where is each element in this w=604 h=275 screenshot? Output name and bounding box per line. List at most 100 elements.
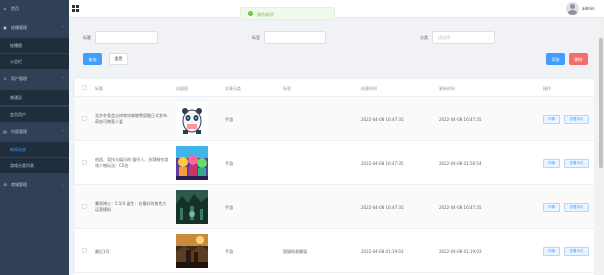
sidebar-item-notice[interactable]: 公告栏 — [0, 54, 69, 69]
sidebar-item-label: 普通员 — [10, 94, 22, 100]
view-comments-button[interactable]: 查看评论 — [564, 115, 589, 124]
reset-button[interactable]: 重置 — [109, 53, 128, 65]
detail-button[interactable]: 详情 — [543, 247, 560, 256]
chevron-down-icon: ⌄ — [486, 35, 490, 40]
sidebar-item-carousel[interactable]: 轮播图 — [0, 38, 69, 53]
select-all-checkbox[interactable] — [82, 85, 87, 90]
sidebar-group-carousel[interactable]: ▣ 轮播管理 ⌃ — [0, 20, 69, 35]
row-checkbox[interactable] — [82, 204, 87, 209]
sidebar-item-label: 会员用户 — [10, 111, 26, 117]
sidebar-item-label: 首页 — [11, 5, 19, 11]
sidebar-item-label: 用户管理 — [11, 75, 27, 81]
category-label: 分类 — [420, 35, 428, 40]
category-placeholder: 请选择 — [438, 35, 450, 40]
column-header-title: 标题 — [95, 86, 103, 91]
tag-label: 标签 — [252, 35, 260, 40]
query-button[interactable]: 查询 — [83, 53, 102, 65]
vertical-scrollbar[interactable] — [598, 18, 604, 275]
column-header-cover: 封面图 — [176, 86, 188, 91]
scrollbar-thumb[interactable] — [599, 38, 603, 168]
row-updated: 2022-04-08 16:47:35 — [439, 205, 482, 210]
document-icon: ▤ — [3, 128, 7, 134]
sidebar-item-label: 轮播管理 — [11, 24, 27, 30]
row-title: 北京冬奥会吉祥物冰墩墩雪容融正式发布 萌态可掬惹人爱 — [95, 113, 167, 124]
top-header: admin — [69, 0, 604, 18]
sidebar-group-users[interactable]: ♙ 用户管理 ⌃ — [0, 71, 69, 86]
row-category: 手游 — [225, 117, 233, 122]
news-table: 标题 封面图 文章分类 标签 创建时间 更新时间 操作 北京冬奥会吉祥物冰墩墩雪… — [75, 79, 594, 275]
title-label: 标题 — [83, 35, 91, 40]
title-search-input[interactable] — [95, 31, 158, 44]
sidebar-item-news[interactable]: 新闻动态 — [0, 142, 69, 157]
sidebar-item-home[interactable]: ⌂ 首页 — [0, 1, 69, 16]
chevron-down-icon: ⌄ — [61, 182, 65, 187]
table-row: 最后1号 手游 国服地表最强 2022-04-08 01:19:03 2022-… — [75, 229, 594, 273]
column-header-actions: 操作 — [543, 86, 551, 91]
view-comments-button[interactable]: 查看评论 — [564, 247, 589, 256]
sidebar-item-label: 公告栏 — [10, 58, 22, 64]
user-icon: ♙ — [3, 75, 7, 81]
home-icon: ⌂ — [3, 5, 7, 11]
sidebar-item-label: 游戏分类列表 — [10, 162, 34, 168]
chevron-up-icon: ⌃ — [61, 76, 65, 81]
row-created: 2022-04-08 16:47:35 — [361, 205, 404, 210]
cover-image — [176, 234, 208, 268]
row-tag: 国服地表最强 — [283, 249, 307, 254]
sidebar-item-label: 商城管理 — [11, 181, 27, 187]
row-checkbox[interactable] — [82, 116, 87, 121]
sidebar-item-game-categories[interactable]: 游戏分类列表 — [0, 158, 69, 173]
table-row: 北京冬奥会吉祥物冰墩墩雪容融正式发布 萌态可掬惹人爱 手游 2022-04-08… — [75, 97, 594, 141]
column-header-created: 创建时间 — [361, 86, 377, 91]
row-category: 手游 — [225, 205, 233, 210]
success-toast: ✓ 操作成功! — [240, 7, 335, 20]
row-updated: 2022-04-08 16:47:35 — [439, 117, 482, 122]
row-category: 手游 — [225, 249, 233, 254]
avatar[interactable] — [566, 2, 579, 15]
row-title: 最后1号 — [95, 249, 110, 254]
view-comments-button[interactable]: 查看评论 — [564, 159, 589, 168]
sidebar-group-content[interactable]: ▤ 内容管理 ⌃ — [0, 124, 69, 139]
menu-toggle-icon[interactable] — [72, 5, 80, 12]
chevron-up-icon: ⌃ — [61, 25, 65, 30]
detail-button[interactable]: 详情 — [543, 159, 560, 168]
sidebar-group-shop[interactable]: ⊞ 商城管理 ⌄ — [0, 177, 69, 192]
toast-message: 操作成功! — [257, 12, 275, 17]
sidebar: ⌂ 首页 ▣ 轮播管理 ⌃ 轮播图 公告栏 ♙ 用户管理 ⌃ 普通员 会员用户 … — [0, 0, 69, 275]
table-row: 暴雨博士：5.5/4 诞生：在最好的角色大运营模拟 手游 2022-04-08 … — [75, 185, 594, 229]
row-created: 2022-04-08 16:47:35 — [361, 117, 404, 122]
row-updated: 2022-04-08 01:19:03 — [439, 249, 482, 254]
row-created: 2022-04-08 01:19:03 — [361, 249, 404, 254]
column-header-category: 文章分类 — [225, 86, 241, 91]
sidebar-item-members[interactable]: 会员用户 — [0, 107, 69, 122]
row-updated: 2022-04-08 01:56:54 — [439, 161, 482, 166]
check-icon: ✓ — [248, 11, 253, 16]
cover-image — [176, 146, 208, 180]
tag-search-input[interactable] — [264, 31, 326, 44]
add-button[interactable]: 添加 — [546, 53, 565, 65]
cover-image — [176, 190, 208, 224]
sidebar-item-label: 新闻动态 — [10, 146, 26, 152]
row-title: 暴雨博士：5.5/4 诞生：在最好的角色大运营模拟 — [95, 201, 167, 212]
row-checkbox[interactable] — [82, 160, 87, 165]
column-header-updated: 更新时间 — [439, 86, 455, 91]
sidebar-item-label: 内容管理 — [11, 128, 27, 134]
view-comments-button[interactable]: 查看评论 — [564, 203, 589, 212]
user-name[interactable]: admin — [582, 6, 595, 11]
row-checkbox[interactable] — [82, 248, 87, 253]
delete-button[interactable]: 删除 — [569, 53, 588, 65]
shop-icon: ⊞ — [3, 181, 7, 187]
sidebar-item-label: 轮播图 — [10, 42, 22, 48]
cover-image — [176, 102, 208, 136]
table-header: 标题 封面图 文章分类 标签 创建时间 更新时间 操作 — [75, 79, 594, 97]
row-title: 创造、竞技与娱乐的 蛋仔人、仿洞制作游戏人物玩法：CS名 — [95, 157, 169, 168]
sidebar-item-admins[interactable]: 普通员 — [0, 90, 69, 105]
category-select[interactable]: 请选择 ⌄ — [432, 31, 495, 44]
detail-button[interactable]: 详情 — [543, 203, 560, 212]
column-header-tag: 标签 — [283, 86, 291, 91]
image-icon: ▣ — [3, 24, 7, 30]
detail-button[interactable]: 详情 — [543, 115, 560, 124]
row-created: 2022-04-08 16:47:35 — [361, 161, 404, 166]
row-category: 手游 — [225, 161, 233, 166]
table-row: 创造、竞技与娱乐的 蛋仔人、仿洞制作游戏人物玩法：CS名 手游 2022-04-… — [75, 141, 594, 185]
chevron-up-icon: ⌃ — [61, 129, 65, 134]
